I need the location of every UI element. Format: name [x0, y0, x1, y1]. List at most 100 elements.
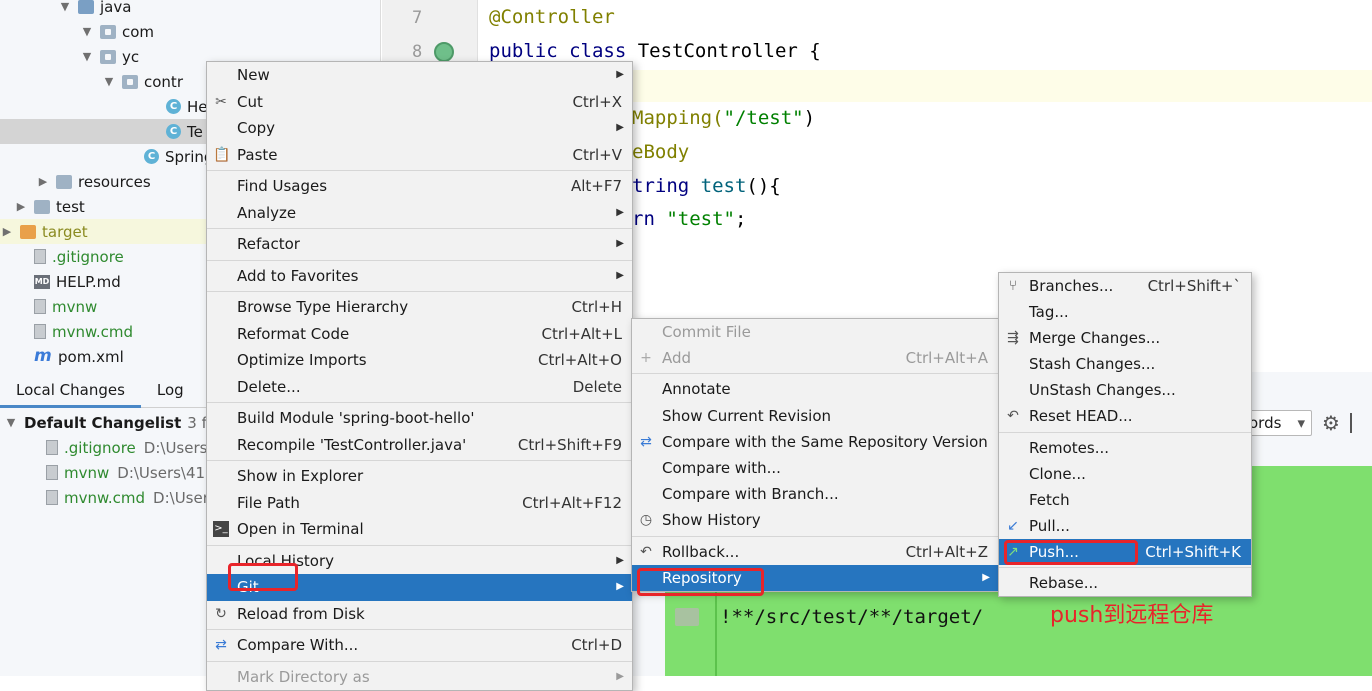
menu-item-file-path[interactable]: File Path Ctrl+Alt+F12: [207, 490, 632, 517]
menu-item-optimize-imports[interactable]: Optimize Imports Ctrl+Alt+O: [207, 347, 632, 374]
menu-item-clone[interactable]: Clone...: [999, 461, 1251, 487]
menu-item-label: Reset HEAD...: [1029, 407, 1133, 426]
tree-item-label: HELP.md: [56, 272, 121, 291]
menu-item-merge-changes[interactable]: ⇶ Merge Changes...: [999, 325, 1251, 351]
menu-item-push[interactable]: ↗ Push... Ctrl+Shift+K: [999, 538, 1251, 566]
package-icon: [100, 49, 116, 64]
chevron-down-icon[interactable]: ▼: [80, 25, 94, 38]
tree-item-label: target: [42, 222, 88, 241]
menu-item-browse-type-hierarchy[interactable]: Browse Type Hierarchy Ctrl+H: [207, 294, 632, 321]
menu-item-shortcut: Ctrl+Alt+L: [541, 324, 623, 343]
menu-item-mark-directory-as[interactable]: Mark Directory as ▶: [207, 664, 632, 691]
menu-item-compare-with-branch[interactable]: Compare with Branch...: [632, 481, 998, 507]
menu-item-commit-file[interactable]: Commit File: [632, 319, 998, 345]
tree-item-label: Te: [187, 122, 203, 141]
menu-item-unstash-changes[interactable]: UnStash Changes...: [999, 377, 1251, 403]
push-arrow-icon: ↗: [1007, 543, 1019, 560]
menu-item-copy[interactable]: Copy ▶: [207, 115, 632, 142]
menu-item-label: Find Usages: [237, 177, 328, 195]
chevron-down-icon[interactable]: ▼: [58, 0, 72, 13]
chevron-right-icon[interactable]: ▶: [14, 200, 28, 213]
pull-arrow-icon: ↙: [1007, 517, 1019, 534]
tab-log[interactable]: Log: [141, 372, 200, 408]
menu-item-refactor[interactable]: Refactor ▶: [207, 231, 632, 258]
menu-item-label: Build Module 'spring-boot-hello': [237, 409, 475, 427]
chevron-right-icon[interactable]: ▶: [36, 175, 50, 188]
chevron-down-icon[interactable]: ▼: [4, 416, 18, 429]
menu-item-show-history[interactable]: ◷ Show History: [632, 507, 998, 533]
submenu-arrow-icon: ▶: [616, 269, 624, 281]
menu-item-tag[interactable]: Tag...: [999, 299, 1251, 325]
menu-item-find-usages[interactable]: Find Usages Alt+F7: [207, 173, 632, 200]
menu-item-label: Refactor: [237, 235, 300, 253]
merge-icon: ⇶: [1007, 330, 1019, 347]
menu-item-pull[interactable]: ↙ Pull...: [999, 513, 1251, 539]
menu-item-fetch[interactable]: Fetch: [999, 487, 1251, 513]
menu-item-label: Delete...: [237, 377, 301, 396]
menu-item-add-to-favorites[interactable]: Add to Favorites ▶: [207, 263, 632, 290]
menu-item-show-current-revision[interactable]: Show Current Revision: [632, 403, 998, 429]
menu-separator: [207, 660, 632, 662]
menu-item-new[interactable]: New ▶: [207, 62, 632, 89]
menu-item-compare-with[interactable]: Compare with...: [632, 455, 998, 481]
line-number: 8: [412, 42, 423, 62]
tree-item[interactable]: ▼ java: [0, 0, 380, 19]
tab-local-changes[interactable]: Local Changes: [0, 372, 141, 408]
compare-icon: ⇄: [215, 637, 227, 653]
menu-item-stash-changes[interactable]: Stash Changes...: [999, 351, 1251, 377]
menu-item-git[interactable]: Git ▶: [207, 574, 632, 601]
chevron-down-icon[interactable]: ▼: [102, 75, 116, 88]
menu-item-rollback[interactable]: ↶ Rollback... Ctrl+Alt+Z: [632, 539, 998, 565]
submenu-arrow-icon: ▶: [616, 122, 624, 133]
menu-item-show-in-explorer[interactable]: Show in Explorer: [207, 463, 632, 490]
code-line: eBody: [632, 141, 690, 163]
git-submenu: Commit File + Add Ctrl+Alt+A Annotate Show…: [631, 318, 999, 592]
menu-item-remotes[interactable]: Remotes...: [999, 435, 1251, 461]
menu-item-recompile[interactable]: Recompile 'TestController.java' Ctrl+Shif…: [207, 432, 632, 459]
code-string: "test": [666, 208, 735, 230]
submenu-arrow-icon: ▶: [616, 238, 624, 249]
menu-item-label: Recompile 'TestController.java': [237, 435, 467, 454]
menu-item-add[interactable]: + Add Ctrl+Alt+A: [632, 345, 998, 371]
code-line: @Controller: [489, 6, 615, 28]
menu-item-delete[interactable]: Delete... Delete: [207, 374, 632, 401]
spring-bean-icon[interactable]: [434, 42, 454, 62]
menu-item-compare-with[interactable]: ⇄ Compare With... Ctrl+D: [207, 632, 632, 659]
menu-item-reload-from-disk[interactable]: ↻ Reload from Disk: [207, 601, 632, 628]
menu-item-compare-same-repo[interactable]: ⇄ Compare with the Same Repository Versio…: [632, 429, 998, 455]
menu-item-label: Mark Directory as: [237, 667, 370, 686]
file-icon: [34, 249, 46, 264]
menu-item-analyze[interactable]: Analyze ▶: [207, 200, 632, 227]
changed-file-path: D:\Users\412: [117, 463, 215, 482]
menu-item-paste[interactable]: 📋 Paste Ctrl+V: [207, 142, 632, 169]
code-line: rn "test";: [632, 208, 746, 230]
menu-item-open-in-terminal[interactable]: >_ Open in Terminal: [207, 516, 632, 543]
clock-icon: ◷: [639, 512, 653, 529]
tree-item-label: .gitignore: [52, 247, 124, 266]
file-icon: [34, 324, 46, 339]
menu-item-build-module[interactable]: Build Module 'spring-boot-hello': [207, 405, 632, 432]
code-line: tring test(){: [632, 175, 781, 197]
menu-item-annotate[interactable]: Annotate: [632, 376, 998, 402]
code-line: Mapping("/test"): [632, 107, 815, 129]
chevron-right-icon[interactable]: ▶: [0, 225, 14, 238]
menu-item-label: Show in Explorer: [237, 467, 364, 485]
maven-icon: m: [34, 345, 52, 366]
menu-item-reset-head[interactable]: ↶ Reset HEAD...: [999, 403, 1251, 429]
menu-item-rebase[interactable]: Rebase...: [999, 570, 1251, 596]
menu-item-local-history[interactable]: Local History ▶: [207, 548, 632, 575]
chevron-down-icon[interactable]: ▼: [80, 50, 94, 63]
tree-item-label: mvnw: [52, 297, 98, 316]
tree-item[interactable]: ▼ com: [0, 19, 380, 44]
menu-item-label: Commit File: [662, 323, 751, 341]
menu-item-repository[interactable]: Repository ▶: [632, 564, 998, 591]
code-text: ;: [734, 208, 747, 230]
gear-icon[interactable]: ⚙: [1322, 411, 1340, 435]
code-string: "/test": [723, 107, 804, 129]
menu-item-label: Compare with...: [662, 458, 781, 477]
menu-item-branches[interactable]: ⑂ Branches... Ctrl+Shift+`: [999, 273, 1251, 299]
menu-item-cut[interactable]: ✂ Cut Ctrl+X: [207, 89, 632, 116]
menu-item-reformat-code[interactable]: Reformat Code Ctrl+Alt+L: [207, 321, 632, 348]
menu-separator: [999, 431, 1251, 433]
menu-item-shortcut: Ctrl+X: [572, 92, 622, 111]
